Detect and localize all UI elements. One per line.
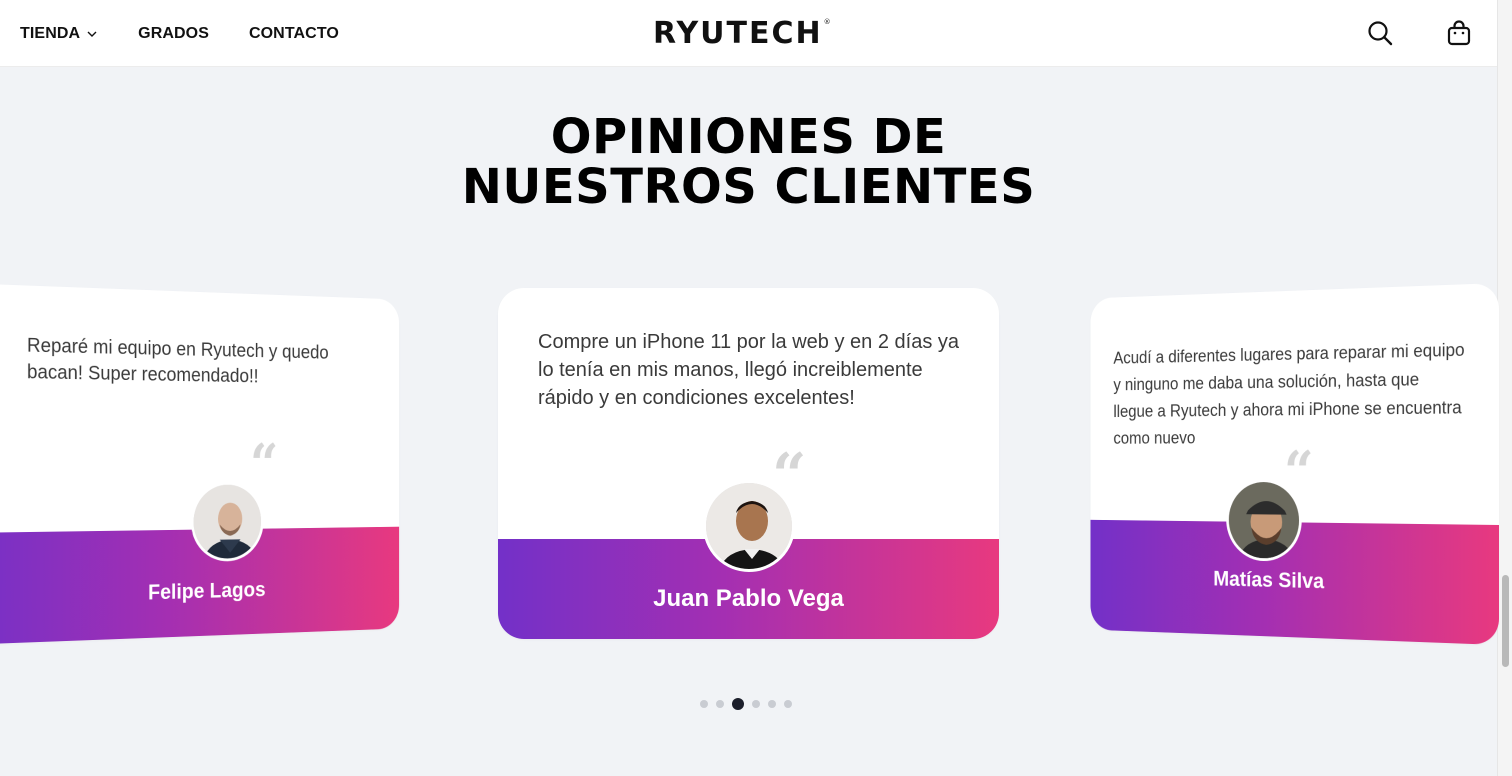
nav-item-contacto[interactable]: CONTACTO	[249, 25, 339, 43]
testimonial-card-left[interactable]: Reparé mi equipo en Ryutech y quedo baca…	[0, 283, 399, 645]
carousel-dot-6[interactable]	[784, 700, 792, 708]
carousel-dot-1[interactable]	[700, 700, 708, 708]
scrollbar-thumb[interactable]	[1502, 575, 1509, 667]
page-scrollbar[interactable]	[1497, 0, 1512, 776]
nav-item-tienda[interactable]: TIENDA	[20, 25, 98, 43]
section-title-line-2: NUESTROS CLIENTES	[0, 162, 1497, 212]
testimonial-card-center[interactable]: Compre un iPhone 11 por la web y en 2 dí…	[498, 288, 999, 639]
nav-item-grados-label: GRADOS	[138, 25, 209, 43]
site-header: TIENDA GRADOS CONTACTO RYUTECH ®	[0, 0, 1497, 67]
testimonial-text: Acudí a diferentes lugares para reparar …	[1113, 336, 1468, 452]
quote-icon: “	[250, 437, 278, 492]
carousel-dot-4[interactable]	[752, 700, 760, 708]
shopping-bag-icon[interactable]	[1445, 19, 1473, 47]
nav-item-tienda-label: TIENDA	[20, 25, 80, 43]
testimonial-name: Juan Pablo Vega	[498, 585, 999, 613]
testimonial-card-right[interactable]: Acudí a diferentes lugares para reparar …	[1091, 283, 1499, 645]
chevron-down-icon	[86, 28, 98, 40]
section-title-line-1: OPINIONES DE	[0, 112, 1497, 162]
avatar	[703, 480, 795, 572]
carousel-dot-5[interactable]	[768, 700, 776, 708]
logo-text: RYUTECH	[653, 16, 823, 51]
site-logo[interactable]: RYUTECH ®	[653, 16, 831, 52]
carousel-pagination	[700, 698, 792, 710]
testimonial-text: Compre un iPhone 11 por la web y en 2 dí…	[538, 328, 968, 412]
testimonial-text: Reparé mi equipo en Ryutech y quedo baca…	[27, 333, 377, 392]
logo-registered-mark: ®	[824, 18, 831, 26]
carousel-dot-3-active[interactable]	[732, 698, 744, 710]
search-icon[interactable]	[1366, 19, 1394, 47]
carousel-dot-2[interactable]	[716, 700, 724, 708]
main-nav: TIENDA GRADOS CONTACTO	[20, 0, 339, 67]
nav-item-grados[interactable]: GRADOS	[138, 25, 209, 43]
avatar	[1226, 479, 1301, 562]
nav-item-contacto-label: CONTACTO	[249, 25, 339, 43]
testimonial-name: Felipe Lagos	[0, 574, 399, 610]
testimonial-name: Matías Silva	[1091, 563, 1499, 599]
section-title: OPINIONES DE NUESTROS CLIENTES	[0, 112, 1497, 212]
